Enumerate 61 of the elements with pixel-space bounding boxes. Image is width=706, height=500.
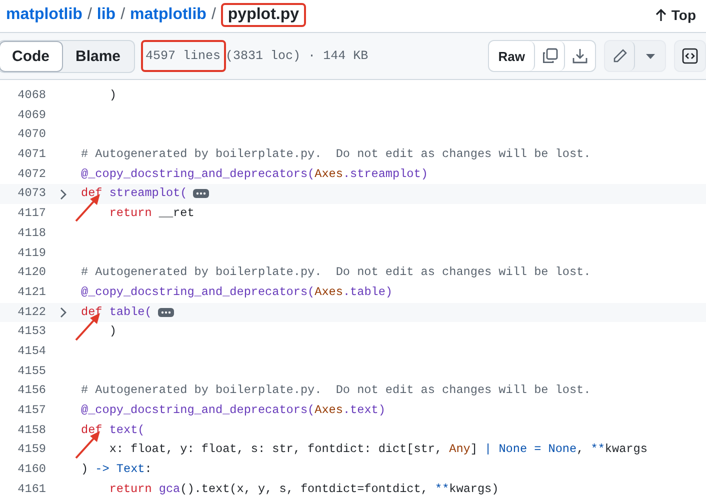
line-number: 4118: [16, 224, 46, 242]
chevron-right-icon[interactable]: [60, 188, 67, 200]
download-icon: [572, 48, 588, 64]
copy-icon: [542, 48, 558, 64]
line-number: 4154: [16, 342, 46, 360]
line-number: 4122: [16, 304, 46, 321]
path-separator: /: [87, 6, 92, 24]
breadcrumb-link[interactable]: matplotlib: [6, 6, 82, 24]
view-tab[interactable]: Code: [0, 40, 62, 72]
line-number: 4158: [16, 422, 46, 439]
pencil-icon: [612, 48, 628, 64]
top-link[interactable]: Top: [655, 7, 696, 23]
code-line: ) -> Text:: [81, 461, 152, 478]
ellipsis-badge[interactable]: [193, 189, 210, 198]
dots-icon: [160, 310, 171, 314]
line-number: 4068: [16, 87, 46, 104]
code-line: x: float, y: float, s: str, fontdict: dict[str, Any] | None = None, **kwargs: [108, 441, 648, 458]
line-number: 4159: [16, 441, 46, 458]
file-details: (3831 loc) · 144 KB: [226, 49, 368, 63]
code-line: def streamplot(: [81, 185, 188, 202]
line-number: 4073: [16, 185, 46, 202]
code-line: @_copy_docstring_and_deprecators(Axes.table): [81, 284, 393, 301]
path-separator: /: [211, 6, 216, 24]
path-separator: /: [120, 6, 126, 24]
line-number: 4117: [16, 205, 46, 222]
line-number: 4160: [16, 461, 46, 478]
line-number: 4156: [16, 382, 46, 400]
line-count: 4597 lines: [140, 40, 226, 72]
code-line: @_copy_docstring_and_deprecators(Axes.streamplot): [81, 166, 428, 183]
chevron-right-icon[interactable]: [60, 306, 67, 318]
view-tab[interactable]: Blame: [62, 40, 134, 72]
breadcrumb-link[interactable]: lib: [96, 6, 116, 24]
code-line: @_copy_docstring_and_deprecators(Axes.text): [81, 402, 386, 419]
line-number: 4072: [16, 166, 46, 183]
line-number: 4070: [16, 126, 46, 144]
code-line: # Autogenerated by boilerplate.py. Do not edit as changes will be lost.: [81, 382, 591, 400]
line-number: 4155: [16, 362, 46, 380]
line-number: 4161: [16, 480, 46, 498]
code-line: ): [108, 323, 116, 340]
line-number: 4120: [16, 264, 46, 282]
code-line: return gca().text(x, y, s, fontdict=fontdict, **kwargs): [108, 480, 499, 498]
raw-button[interactable]: Raw: [489, 41, 535, 71]
code-square-icon: [682, 48, 698, 64]
code-line: ): [108, 87, 116, 104]
line-number: 4071: [16, 146, 46, 164]
caret-icon: [646, 54, 654, 58]
line-number: 4121: [16, 284, 46, 301]
up-arrow-icon: [655, 8, 668, 22]
code-line: def text(: [81, 422, 145, 439]
breadcrumb-link[interactable]: matplotlib: [130, 6, 206, 24]
line-number: 4119: [16, 244, 46, 262]
dots-icon: [196, 192, 206, 196]
file-name[interactable]: pyplot.py: [220, 3, 306, 27]
code-line: # Autogenerated by boilerplate.py. Do not edit as changes will be lost.: [81, 146, 591, 164]
code-line: # Autogenerated by boilerplate.py. Do not edit as changes will be lost.: [81, 264, 591, 282]
code-line: return __ret: [108, 205, 194, 222]
code-line: def table(: [81, 304, 152, 321]
line-number: 4153: [16, 323, 46, 340]
line-number: 4157: [16, 402, 46, 419]
ellipsis-badge[interactable]: [158, 308, 174, 317]
line-number: 4069: [16, 106, 46, 124]
